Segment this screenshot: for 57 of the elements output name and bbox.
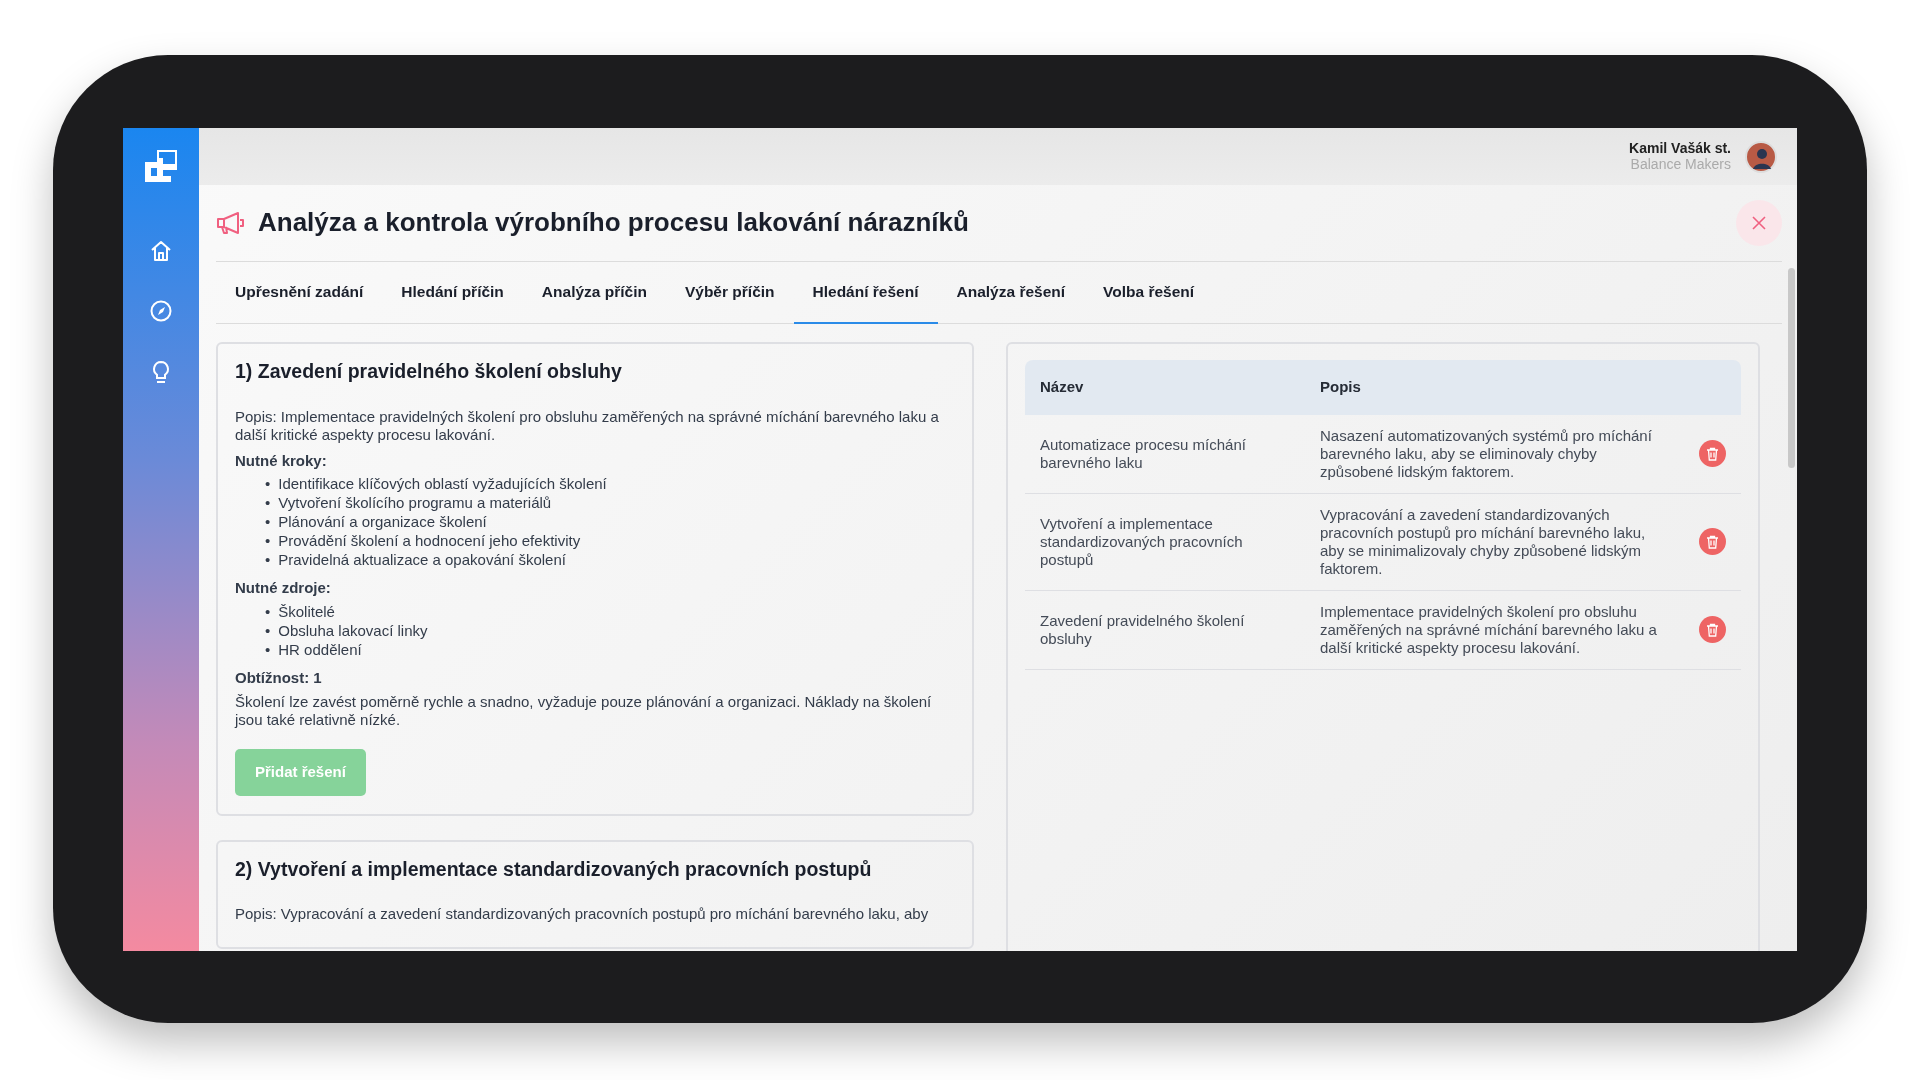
list-item: Plánování a organizace školení — [278, 512, 487, 532]
tab[interactable]: Analýza řešení — [937, 262, 1085, 325]
list-item: HR oddělení — [278, 639, 362, 659]
list-item: Provádění školení a hodnocení jeho efektivity — [278, 531, 581, 551]
logo-icon — [143, 148, 179, 184]
list-item: Školitelé — [278, 601, 335, 621]
avatar[interactable] — [1745, 140, 1777, 173]
bullet-marker: • — [265, 474, 271, 494]
tab[interactable]: Výběr příčin — [665, 262, 794, 325]
tab[interactable]: Hledání příčin — [382, 262, 523, 325]
note-text: Školení lze zavést poměrně rychle a snadno, vyžaduje pouze plánování a organizaci. Náklady na školení jsou také relativně nízké. — [235, 693, 933, 730]
bullet-marker: • — [265, 493, 271, 513]
user-name: Kamil Vašák st. — [1629, 141, 1731, 157]
section-heading: Nutné kroky: — [235, 450, 328, 471]
company-name: Balance Makers — [1629, 156, 1731, 172]
tab[interactable]: Analýza příčin — [522, 262, 666, 325]
table-cell: Nasazení automatizovaných systémů pro míchání barevného laku, aby se eliminovaly chyby způsobené lidským faktorem. — [1305, 414, 1684, 494]
list-item: Obsluha lakovací linky — [278, 620, 428, 640]
list-item: Identifikace klíčových oblastí vyžadujících školení — [278, 474, 607, 494]
bullet-marker: • — [265, 531, 271, 551]
scrollbar[interactable] — [1788, 268, 1795, 468]
list-item: Vytvoření školícího programu a materiálů — [278, 493, 552, 513]
delete-button[interactable] — [1699, 616, 1726, 644]
list-item: Pravidelná aktualizace a opakování školení — [278, 550, 566, 570]
bullet-marker: • — [265, 550, 271, 570]
delete-button[interactable] — [1699, 528, 1726, 556]
page-title: Analýza a kontrola výrobního procesu lakování nárazníků — [258, 207, 969, 239]
table-cell: Implementace pravidelných školení pro obsluhu zaměřených na správné míchání barevného laku a další kritické aspekty procesu lakování. — [1305, 590, 1684, 670]
section-heading: Nutné zdroje: — [235, 578, 332, 599]
solution-title: 1) Zavedení pravidelného školení obsluhy — [235, 360, 623, 384]
solution-title: 2) Vytvoření a implementace standardizovaných pracovních postupů — [235, 857, 873, 882]
bullet-marker: • — [265, 601, 271, 621]
tab[interactable]: Hledání řešení — [793, 262, 938, 325]
description-text: Popis: Implementace pravidelných školení pro obsluhu zaměřených na správné míchání barevného laku a další kritické aspekty procesu lakování. — [235, 407, 940, 444]
trash-icon — [1706, 622, 1719, 637]
delete-button[interactable] — [1699, 440, 1726, 468]
table-cell: Automatizace procesu míchání barevného laku — [1025, 414, 1305, 494]
bullet-marker: • — [265, 639, 271, 659]
column-header: Popis — [1305, 360, 1684, 415]
table-cell: Vypracování a zavedení standardizovaných pracovních postupů pro míchání barevného laku, aby se minimalizovaly chyby způsobené lidským faktorem. — [1305, 493, 1684, 591]
home-icon[interactable] — [150, 240, 172, 262]
megaphone-icon — [216, 211, 244, 235]
bullet-marker: • — [265, 620, 271, 640]
table-cell: Vytvoření a implementace standardizovaných pracovních postupů — [1025, 493, 1305, 591]
bullet-marker: • — [265, 512, 271, 532]
trash-icon — [1706, 534, 1719, 549]
description-text: Popis: Vypracování a zavedení standardizovaných pracovních postupů pro míchání barevného laku, aby — [235, 905, 930, 924]
table-cell: Zavedení pravidelného školení obsluhy — [1025, 590, 1305, 670]
difficulty-label: Obtížnost: 1 — [235, 667, 323, 688]
tab[interactable]: Volba řešení — [1084, 262, 1214, 325]
compass-icon[interactable] — [150, 300, 172, 322]
tab[interactable]: Upřesnění zadání — [216, 262, 383, 325]
lightbulb-icon[interactable] — [151, 360, 171, 384]
close-icon — [1752, 216, 1766, 230]
trash-icon — [1706, 446, 1719, 461]
close-button[interactable] — [1736, 200, 1782, 246]
column-header: Název — [1025, 360, 1305, 415]
